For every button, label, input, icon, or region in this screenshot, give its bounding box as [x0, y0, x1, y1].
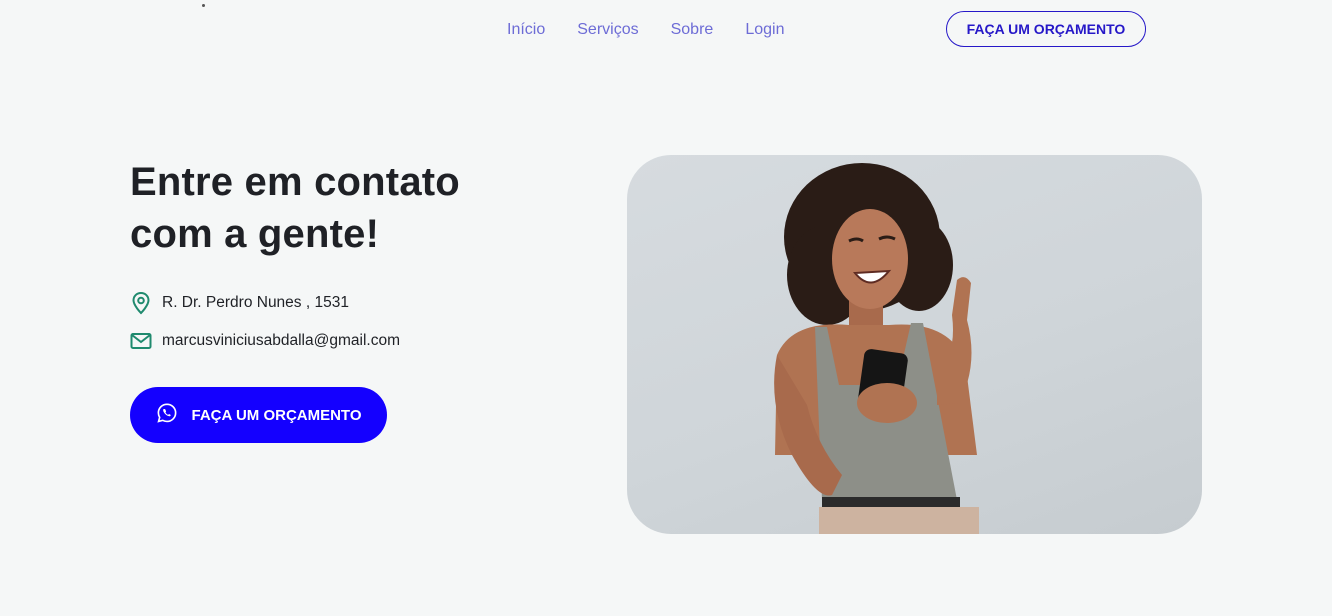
mail-icon [130, 332, 152, 350]
address-text: R. Dr. Perdro Nunes , 1531 [162, 294, 349, 311]
title-line-1: Entre em contato [130, 160, 460, 204]
header-quote-button[interactable]: FAÇA UM ORÇAMENTO [946, 11, 1146, 47]
email-text[interactable]: marcusviniciusabdalla@gmail.com [162, 332, 400, 350]
main-nav: Início Serviços Sobre Login [507, 21, 784, 39]
nav-link-sobre[interactable]: Sobre [671, 21, 714, 39]
nav-link-inicio[interactable]: Início [507, 21, 545, 39]
title-line-2: com a gente! [130, 212, 380, 256]
address-row: R. Dr. Perdro Nunes , 1531 [130, 291, 349, 315]
email-row: marcusviniciusabdalla@gmail.com [130, 332, 400, 350]
location-pin-icon [130, 291, 152, 315]
whatsapp-quote-label: FAÇA UM ORÇAMENTO [191, 406, 362, 424]
woman-with-phone-illustration [774, 163, 979, 534]
page-title: Entre em contato com a gente! [130, 156, 510, 260]
nav-link-servicos[interactable]: Serviços [577, 21, 638, 39]
logo-fragment [202, 4, 205, 7]
whatsapp-icon [156, 402, 178, 428]
nav-link-login[interactable]: Login [745, 21, 784, 39]
whatsapp-quote-button[interactable]: FAÇA UM ORÇAMENTO [130, 387, 387, 443]
hero-photo [627, 155, 1202, 534]
